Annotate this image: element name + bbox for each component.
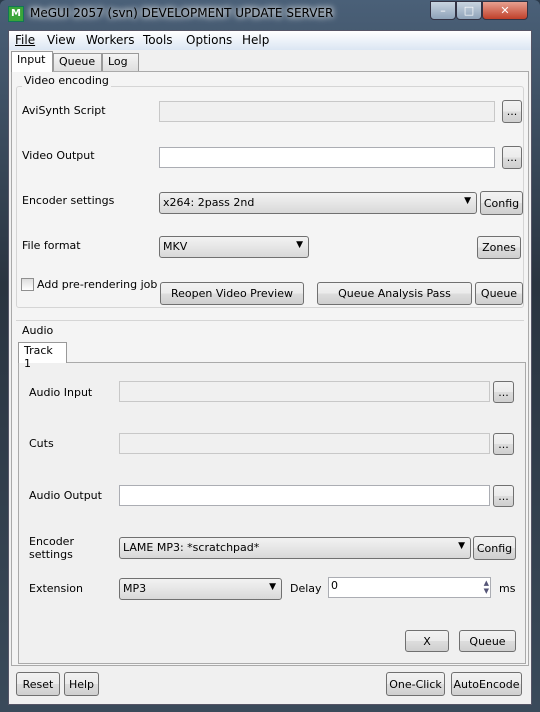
delay-label: Delay: [290, 582, 322, 595]
avisynth-label: AviSynth Script: [22, 104, 106, 117]
one-click-button[interactable]: One-Click: [386, 672, 445, 696]
menu-workers[interactable]: Workers: [86, 33, 135, 47]
avisynth-browse-button[interactable]: ...: [502, 100, 522, 123]
video-encoder-select[interactable]: x264: 2pass 2nd ▼: [159, 192, 477, 214]
video-output-label: Video Output: [22, 149, 95, 162]
file-format-select[interactable]: MKV ▼: [159, 236, 309, 258]
delay-value: 0: [331, 579, 338, 592]
video-queue-button[interactable]: Queue: [475, 282, 523, 305]
audio-encoder-select[interactable]: LAME MP3: *scratchpad* ▼: [119, 537, 471, 559]
cuts-field[interactable]: [119, 433, 490, 454]
zones-button[interactable]: Zones: [477, 236, 521, 259]
menu-view[interactable]: View: [47, 33, 75, 47]
file-format-label: File format: [22, 239, 81, 252]
audio-output-field[interactable]: [119, 485, 490, 506]
audio-input-browse-button[interactable]: ...: [493, 381, 514, 403]
audio-input-label: Audio Input: [29, 386, 93, 399]
video-encoder-value: x264: 2pass 2nd: [163, 196, 255, 209]
spinner-arrows-icon[interactable]: ▲ ▼: [484, 579, 489, 595]
audio-output-browse-button[interactable]: ...: [493, 485, 514, 507]
menu-tools[interactable]: Tools: [143, 33, 173, 47]
audio-encoder-value: LAME MP3: *scratchpad*: [123, 541, 260, 554]
extension-value: MP3: [123, 582, 147, 595]
extension-select[interactable]: MP3 ▼: [119, 578, 282, 600]
reopen-video-preview-button[interactable]: Reopen Video Preview: [160, 282, 304, 305]
audio-encoder-label-2: settings: [29, 548, 73, 561]
cuts-browse-button[interactable]: ...: [493, 433, 514, 455]
tab-track-1[interactable]: Track 1: [18, 342, 67, 370]
track-panel: Audio Input ... Cuts ... Audio Output ..…: [18, 362, 526, 664]
ms-label: ms: [499, 582, 516, 595]
prerender-checkbox[interactable]: [21, 278, 34, 291]
menu-help[interactable]: Help: [242, 33, 269, 47]
audio-input-field[interactable]: [119, 381, 490, 402]
audio-queue-button[interactable]: Queue: [459, 630, 516, 652]
audio-remove-button[interactable]: X: [405, 630, 449, 652]
audio-encoder-label-1: Encoder: [29, 535, 74, 548]
delay-spinner[interactable]: 0 ▲ ▼: [328, 577, 491, 598]
video-config-button[interactable]: Config: [480, 191, 523, 215]
minimize-button[interactable]: –: [430, 1, 456, 20]
tab-input[interactable]: Input: [11, 51, 53, 72]
file-format-value: MKV: [163, 240, 188, 253]
client-area: File View Workers Tools Options Help Log…: [8, 30, 532, 705]
chevron-down-icon: ▼: [296, 240, 303, 250]
chevron-down-icon: ▼: [464, 196, 471, 206]
window-title: MeGUI 2057 (svn) DEVELOPMENT UPDATE SERV…: [30, 6, 334, 20]
audio-group-label: Audio: [22, 324, 54, 337]
app-icon: M: [8, 6, 24, 22]
maximize-button[interactable]: □: [456, 1, 482, 20]
chevron-down-icon: ▼: [269, 582, 276, 592]
audio-config-button[interactable]: Config: [473, 536, 516, 560]
audio-output-label: Audio Output: [29, 489, 102, 502]
video-output-browse-button[interactable]: ...: [502, 146, 522, 169]
help-button[interactable]: Help: [64, 672, 99, 696]
autoencode-button[interactable]: AutoEncode: [451, 672, 522, 696]
chevron-down-icon: ▼: [458, 541, 465, 551]
tab-log[interactable]: Log: [102, 53, 139, 72]
avisynth-input[interactable]: [159, 101, 495, 122]
tab-queue[interactable]: Queue: [53, 53, 102, 72]
encoder-settings-label: Encoder settings: [22, 194, 115, 207]
close-button[interactable]: ✕: [482, 1, 528, 20]
reset-button[interactable]: Reset: [16, 672, 60, 696]
cuts-label: Cuts: [29, 437, 54, 450]
menu-file[interactable]: File: [15, 33, 35, 47]
prerender-label: Add pre-rendering job: [37, 278, 158, 291]
video-encoding-label: Video encoding: [22, 74, 111, 87]
menu-bar: File View Workers Tools Options Help: [9, 31, 531, 50]
queue-analysis-pass-button[interactable]: Queue Analysis Pass: [317, 282, 472, 305]
input-tab-panel: Video encoding AviSynth Script ... Video…: [11, 71, 529, 666]
extension-label: Extension: [29, 582, 84, 595]
video-output-input[interactable]: [159, 147, 495, 168]
audio-divider: [16, 320, 524, 321]
menu-options[interactable]: Options: [186, 33, 232, 47]
